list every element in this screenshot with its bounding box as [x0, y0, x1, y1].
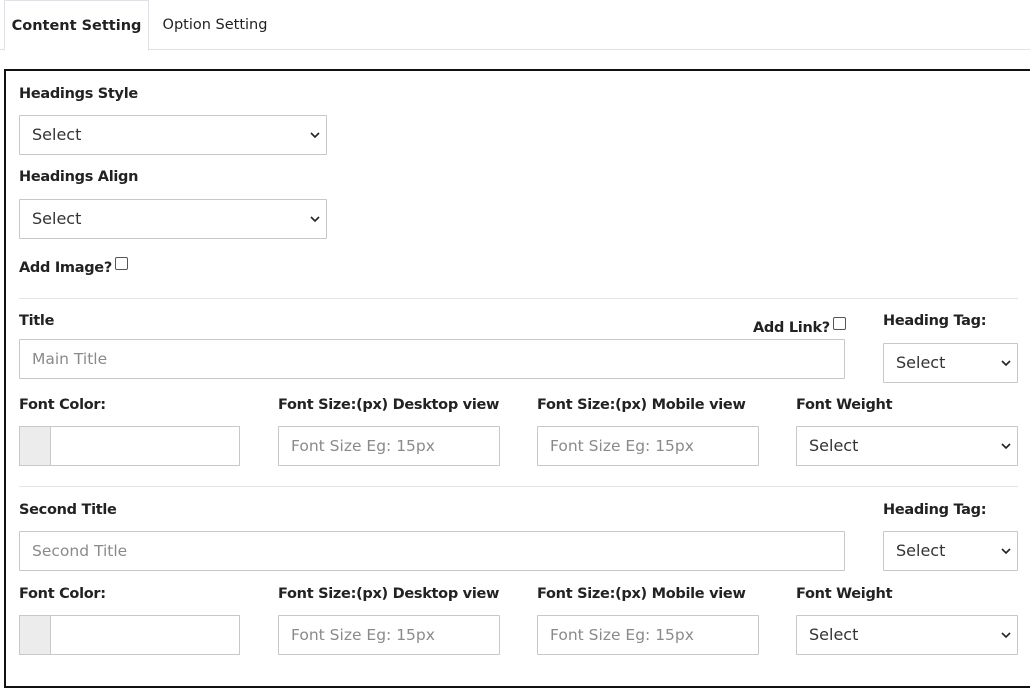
font-size-mobile-label: Font Size:(px) Mobile view [537, 397, 746, 413]
font-weight-select[interactable]: Select [796, 426, 1018, 466]
font-size-mobile-input[interactable]: Font Size Eg: 15px [537, 426, 759, 466]
add-link-label: Add Link? [753, 320, 830, 336]
title-label: Title [19, 313, 55, 329]
tab-bar: Content Setting Option Setting [0, 0, 1030, 51]
second-title-label: Second Title [19, 502, 117, 518]
headings-align-select[interactable]: Select [19, 199, 327, 239]
headings-align-label: Headings Align [19, 169, 139, 185]
font-size-desktop-input[interactable]: Font Size Eg: 15px [278, 426, 500, 466]
add-image-label: Add Image? [19, 260, 112, 276]
font-weight-label: Font Weight [796, 397, 893, 413]
tab-option-setting[interactable]: Option Setting [151, 0, 279, 50]
chevron-down-icon [1001, 443, 1011, 450]
second-font-size-desktop-label: Font Size:(px) Desktop view [278, 586, 500, 602]
second-font-color-picker[interactable] [19, 615, 240, 655]
font-size-desktop-label: Font Size:(px) Desktop view [278, 397, 500, 413]
add-link-row: Add Link? [753, 317, 846, 336]
headings-style-label: Headings Style [19, 86, 138, 102]
second-font-weight-select[interactable]: Select [796, 615, 1018, 655]
add-image-checkbox[interactable] [114, 257, 128, 270]
headings-style-select[interactable]: Select [19, 115, 327, 155]
heading-tag-select[interactable]: Select [883, 343, 1018, 383]
font-color-picker[interactable] [19, 426, 240, 466]
color-swatch[interactable] [20, 616, 51, 654]
chevron-down-icon [1001, 632, 1011, 639]
divider [19, 298, 1018, 299]
second-font-size-desktop-input[interactable]: Font Size Eg: 15px [278, 615, 500, 655]
heading-tag-value: Select [896, 353, 946, 372]
chevron-down-icon [1001, 360, 1011, 367]
add-image-row: Add Image? [19, 257, 128, 276]
second-font-size-mobile-label: Font Size:(px) Mobile view [537, 586, 746, 602]
second-title-input[interactable]: Second Title [19, 531, 845, 571]
add-link-checkbox[interactable] [832, 317, 846, 330]
second-font-weight-label: Font Weight [796, 586, 893, 602]
headings-align-value: Select [32, 209, 82, 228]
chevron-down-icon [310, 216, 320, 223]
headings-style-value: Select [32, 125, 82, 144]
color-swatch[interactable] [20, 427, 51, 465]
second-font-weight-value: Select [809, 625, 859, 644]
second-heading-tag-label: Heading Tag: [883, 502, 987, 518]
second-heading-tag-select[interactable]: Select [883, 531, 1018, 571]
second-font-size-mobile-input[interactable]: Font Size Eg: 15px [537, 615, 759, 655]
tab-content-setting[interactable]: Content Setting [4, 0, 149, 51]
main-title-input[interactable]: Main Title [19, 339, 845, 379]
second-font-color-label: Font Color: [19, 586, 106, 602]
chevron-down-icon [1001, 548, 1011, 555]
font-color-label: Font Color: [19, 397, 106, 413]
second-heading-tag-value: Select [896, 541, 946, 560]
chevron-down-icon [310, 132, 320, 139]
font-weight-value: Select [809, 436, 859, 455]
divider [19, 486, 1018, 487]
heading-tag-label: Heading Tag: [883, 313, 987, 329]
